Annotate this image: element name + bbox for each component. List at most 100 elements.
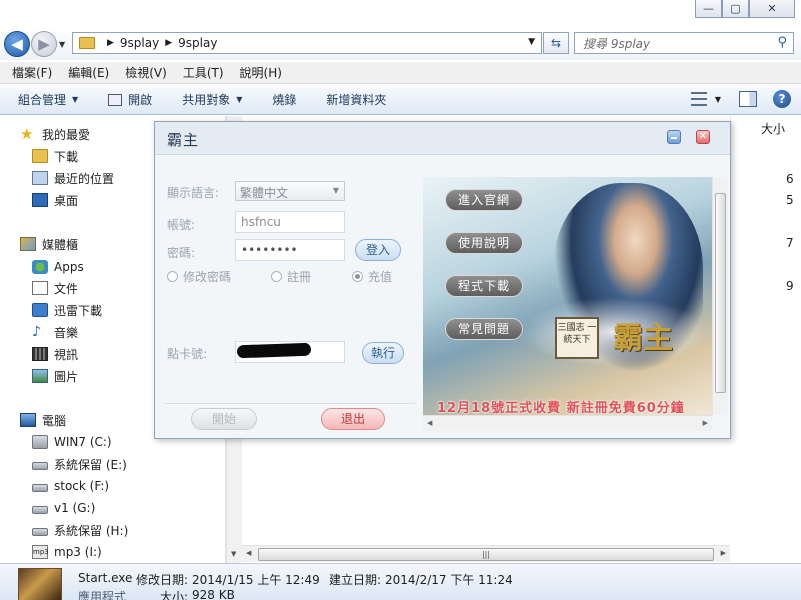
search-placeholder: 搜尋 9splay [583,36,651,51]
created-date: 2014/2/17 下午 11:24 [385,573,513,587]
menu-tools[interactable]: 工具(T) [183,64,224,81]
start-button[interactable]: 開始 [191,408,257,430]
language-select[interactable]: 繁體中文 ▼ [235,181,345,201]
chevron-down-icon[interactable]: ▼ [715,95,721,104]
official-site-button[interactable]: 進入官網 [445,189,523,211]
burn-button[interactable]: 燒錄 [272,91,296,108]
sidebar-item-desktop[interactable]: 桌面 [32,190,78,210]
column-header-size[interactable]: 大小 [730,116,801,140]
breadcrumb-item[interactable]: 9splay [120,36,159,50]
sidebar-item-documents[interactable]: 文件 [32,278,78,298]
sidebar-item-label: 我的最愛 [42,127,91,142]
size-cell: 5 [786,193,794,207]
window-titlebar: — ▢ ✕ [0,0,801,24]
sidebar-item-computer[interactable]: 電腦 [20,410,66,430]
command-bar: 組合管理 ▼ 開啟 共用對象 ▼ 燒錄 新增資料夾 ▼ ? [0,85,801,115]
breadcrumb-chevron-icon[interactable]: ▶ [107,38,114,48]
hard-drive-icon [32,506,48,514]
sidebar-item-xunlei[interactable]: 迅雷下載 [32,300,102,320]
minimize-button[interactable]: — [695,0,722,18]
new-folder-button[interactable]: 新增資料夾 [326,91,386,108]
forward-button[interactable]: ▶ [31,31,57,57]
sidebar-item-drive-e[interactable]: 系統保留 (E:) [32,454,127,474]
sidebar-item-label: 系統保留 (H:) [54,523,129,538]
sidebar-item-label: 圖片 [54,369,79,384]
sidebar-item-drive-g[interactable]: v1 (G:) [32,498,95,518]
banner-horizontal-scrollbar[interactable]: ◀ ▶ [423,415,712,431]
radio-dot [271,271,282,282]
scrollbar-thumb[interactable]: ||| [258,548,714,561]
dialog-minimize-button[interactable] [667,130,681,144]
sidebar-item-label: 桌面 [54,193,79,208]
sidebar-item-drive-i[interactable]: mp3 mp3 (I:) [32,542,102,562]
change-view-icon[interactable] [690,92,707,106]
menu-view[interactable]: 檢視(V) [125,64,167,81]
organize-button[interactable]: 組合管理 ▼ [18,91,78,108]
dialog-close-button[interactable]: ✕ [696,130,710,144]
radio-register[interactable]: 註冊 [271,268,311,285]
chevron-down-icon: ▼ [72,95,79,104]
share-with-button[interactable]: 共用對象 ▼ [182,91,242,108]
faq-button[interactable]: 常見問題 [445,318,523,340]
sidebar-item-favorites[interactable]: ★ 我的最愛 [20,124,90,144]
sidebar-item-pictures[interactable]: 圖片 [32,366,78,386]
radio-recharge[interactable]: 充值 [352,268,392,285]
breadcrumb-chevron-icon[interactable]: ▶ [165,38,172,48]
exit-button[interactable]: 退出 [321,408,385,430]
sidebar-item-label: 系統保留 (E:) [54,457,127,472]
sidebar-item-label: 音樂 [54,325,79,340]
preview-pane-icon[interactable] [739,91,757,107]
scroll-right-arrow-icon[interactable]: ▶ [703,419,708,427]
sidebar-item-drive-f[interactable]: stock (F:) [32,476,109,496]
scroll-down-arrow-icon[interactable]: ▼ [231,550,236,558]
file-list-horizontal-scrollbar[interactable]: ◀ ||| ▶ [242,545,730,562]
menu-bar: 檔案(F) 編輯(E) 檢視(V) 工具(T) 說明(H) [0,62,801,84]
back-button[interactable]: ◀ [4,31,30,57]
sidebar-item-videos[interactable]: 視訊 [32,344,78,364]
menu-edit[interactable]: 編輯(E) [68,64,109,81]
language-label: 顯示語言: [167,186,220,200]
address-dropdown-icon[interactable]: ▼ [528,37,535,47]
sidebar-item-drive-h[interactable]: 系統保留 (H:) [32,520,128,540]
sidebar-item-drive-c[interactable]: WIN7 (C:) [32,432,112,452]
downloads-folder-icon [32,149,48,163]
refresh-button[interactable]: ⇆ [543,32,569,54]
account-input[interactable]: hsfncu [235,211,345,233]
file-thumbnail [18,568,62,600]
search-input[interactable]: 搜尋 9splay ⚲ [574,32,794,54]
sidebar-item-apps[interactable]: Apps [32,257,84,277]
sidebar-item-downloads[interactable]: 下載 [32,146,78,166]
scroll-left-arrow-icon[interactable]: ◀ [427,419,432,427]
sidebar-item-music[interactable]: ♪ 音樂 [32,322,78,342]
maximize-button[interactable]: ▢ [722,0,749,18]
help-icon[interactable]: ? [773,90,791,108]
breadcrumb-item[interactable]: 9splay [178,36,217,50]
sidebar-item-libraries[interactable]: 媒體櫃 [20,234,78,254]
address-bar[interactable]: ▶ 9splay ▶ 9splay ▼ [72,32,542,54]
recent-pages-dropdown-icon[interactable]: ▼ [59,40,65,49]
sidebar-item-label: mp3 (I:) [54,545,102,559]
close-window-button[interactable]: ✕ [749,0,795,18]
menu-help[interactable]: 說明(H) [240,64,282,81]
sidebar-item-recent-places[interactable]: 最近的位置 [32,168,114,188]
search-icon[interactable]: ⚲ [777,35,787,50]
instructions-button[interactable]: 使用說明 [445,232,523,254]
radio-change-password[interactable]: 修改密碼 [167,268,231,285]
sidebar-item-label: 電腦 [42,413,67,428]
open-button[interactable]: 開啟 [108,91,152,108]
desktop-icon [32,193,48,207]
scrollbar-thumb[interactable] [715,193,726,393]
banner-vertical-scrollbar[interactable] [712,177,728,415]
new-folder-label: 新增資料夾 [326,93,387,107]
menu-file[interactable]: 檔案(F) [12,64,52,81]
sidebar-item-label: v1 (G:) [54,501,96,515]
modified-date: 2014/1/15 上午 12:49 [192,573,320,587]
address-row: ◀ ▶ ▼ ▶ 9splay ▶ 9splay ▼ ⇆ 搜尋 9splay ⚲ [0,28,801,60]
execute-button[interactable]: 執行 [362,342,404,364]
login-button[interactable]: 登入 [355,239,401,261]
scroll-left-arrow-icon[interactable]: ◀ [246,549,251,557]
sidebar-item-label: 最近的位置 [54,171,115,186]
password-input[interactable]: •••••••• [235,239,345,261]
scroll-right-arrow-icon[interactable]: ▶ [721,549,726,557]
download-button[interactable]: 程式下載 [445,275,523,297]
